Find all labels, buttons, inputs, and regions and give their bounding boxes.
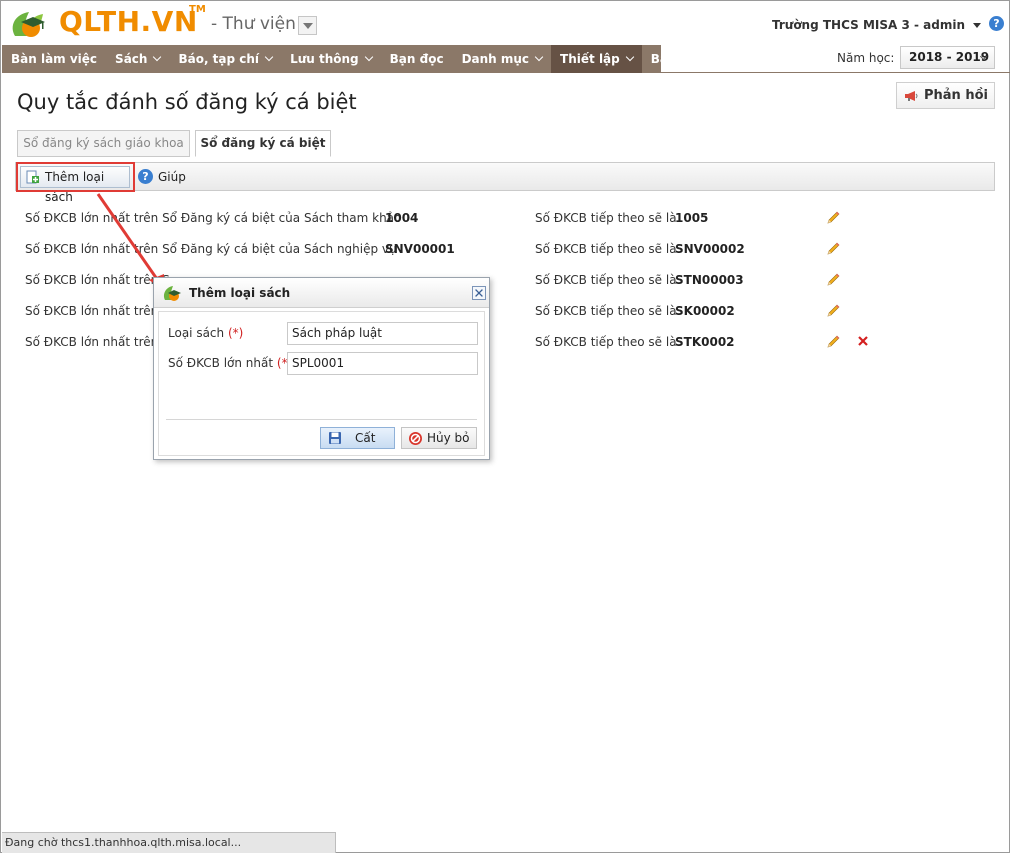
nav-item-label: Bạn đọc bbox=[389, 52, 444, 66]
nav-item-1[interactable]: Sách bbox=[106, 45, 169, 73]
nav-item-label: Sách bbox=[115, 52, 148, 66]
nav-item-label: Báo cáo bbox=[650, 52, 704, 66]
chevron-down-icon bbox=[625, 52, 634, 62]
help-icon: ? bbox=[138, 169, 153, 184]
nav-item-7[interactable]: Báo cáo bbox=[642, 45, 713, 73]
status-bar: Đang chờ thcs1.thanhhoa.qlth.misa.local.… bbox=[2, 832, 336, 853]
nav-item-0[interactable]: Bàn làm việc bbox=[2, 45, 106, 73]
rule-next-label: Số ĐKCB tiếp theo sẽ là bbox=[535, 273, 677, 287]
edit-pencil-icon[interactable] bbox=[825, 210, 841, 226]
rule-next-value: SK00002 bbox=[675, 304, 735, 318]
cancel-label: Hủy bỏ bbox=[427, 431, 470, 445]
tab-textbook-register[interactable]: Sổ đăng ký sách giáo khoa bbox=[17, 130, 190, 157]
edit-pencil-icon[interactable] bbox=[825, 303, 841, 319]
user-menu-caret-icon[interactable] bbox=[973, 23, 981, 28]
school-year-label: Năm học: bbox=[837, 51, 895, 65]
book-type-label-text: Loại sách bbox=[168, 326, 225, 340]
chevron-down-icon bbox=[264, 52, 274, 62]
nav-item-label: Lưu thông bbox=[290, 52, 359, 66]
nav-item-6[interactable]: Thiết lập bbox=[551, 45, 642, 73]
rule-next-label: Số ĐKCB tiếp theo sẽ là bbox=[535, 335, 677, 349]
chevron-down-icon bbox=[364, 52, 373, 62]
required-mark: (*) bbox=[227, 326, 244, 340]
delete-x-icon[interactable] bbox=[856, 334, 870, 348]
feedback-button[interactable]: Phản hồi bbox=[896, 82, 995, 109]
book-type-label: Loại sách (*) bbox=[168, 326, 243, 340]
nav-item-label: Bàn làm việc bbox=[11, 52, 98, 66]
app-window: QLTH.VN TM - Thư viện Trường THCS MISA 3… bbox=[0, 0, 1010, 853]
nav-item-4[interactable]: Bạn đọc bbox=[381, 45, 453, 73]
rule-label: Số ĐKCB lớn nhất trên Sổ Đăng ký cá biệt… bbox=[25, 211, 402, 225]
toolbar: Thêm loại sách ? Giúp bbox=[15, 162, 995, 204]
rule-next-value: SNV00002 bbox=[675, 242, 745, 256]
chevron-down-icon bbox=[534, 52, 544, 62]
rule-next-label: Số ĐKCB tiếp theo sẽ là bbox=[535, 242, 677, 256]
app-header: QLTH.VN TM - Thư viện Trường THCS MISA 3… bbox=[1, 1, 1010, 45]
rule-max-value: SNV00001 bbox=[385, 242, 455, 256]
dialog-header: Thêm loại sách bbox=[154, 278, 489, 308]
rule-next-label: Số ĐKCB tiếp theo sẽ là bbox=[535, 304, 677, 318]
header-help-icon[interactable]: ? bbox=[989, 16, 1004, 31]
rule-next-value: 1005 bbox=[675, 211, 709, 225]
app-logo-icon bbox=[163, 286, 181, 301]
nav-item-label: Thiết lập bbox=[560, 52, 620, 66]
highlight-annotation bbox=[16, 162, 135, 192]
help-label: Giúp bbox=[158, 170, 186, 184]
rule-next-label: Số ĐKCB tiếp theo sẽ là bbox=[535, 211, 677, 225]
logo-leaf-icon bbox=[12, 12, 45, 37]
floppy-disk-icon bbox=[329, 432, 341, 444]
rule-label: Số ĐKCB lớn nhất trên S bbox=[25, 335, 170, 349]
rule-row: Số ĐKCB lớn nhất trên Sổ Đăng ký cá biệt… bbox=[1, 211, 1010, 227]
school-year-select[interactable]: 2018 - 2019 bbox=[900, 46, 995, 69]
module-dropdown-button[interactable] bbox=[298, 16, 317, 35]
rule-next-value: STK0002 bbox=[675, 335, 735, 349]
rule-row: Số ĐKCB lớn nhất trên Sổ Đăng ký cá biệt… bbox=[1, 242, 1010, 258]
max-number-input[interactable]: SPL0001 bbox=[287, 352, 478, 375]
chevron-down-icon bbox=[153, 52, 162, 62]
user-menu[interactable]: Trường THCS MISA 3 - admin bbox=[772, 18, 965, 32]
max-number-label-text: Số ĐKCB lớn nhất bbox=[168, 356, 274, 370]
edit-pencil-icon[interactable] bbox=[825, 334, 841, 350]
max-number-label: Số ĐKCB lớn nhất (*) bbox=[168, 356, 292, 370]
rule-label: Số ĐKCB lớn nhất trên S bbox=[25, 304, 170, 318]
save-button[interactable]: Cất bbox=[320, 427, 395, 449]
rule-label: Số ĐKCB lớn nhất trên S bbox=[25, 273, 170, 287]
cancel-icon bbox=[409, 432, 422, 445]
nav-item-5[interactable]: Danh mục bbox=[453, 45, 551, 73]
rule-label: Số ĐKCB lớn nhất trên Sổ Đăng ký cá biệt… bbox=[25, 242, 397, 256]
dialog-separator bbox=[166, 419, 477, 420]
nav-item-3[interactable]: Lưu thông bbox=[281, 45, 381, 73]
rule-max-value: 1004 bbox=[385, 211, 419, 225]
main-nav: Bàn làm việc Sách Báo, tạp chí Lưu thông Bạn… bbox=[2, 45, 704, 73]
dialog-title: Thêm loại sách bbox=[189, 286, 291, 300]
module-title: - Thư viện bbox=[211, 14, 296, 34]
nav-item-label: Danh mục bbox=[461, 52, 530, 66]
tab-individual-register[interactable]: Sổ đăng ký cá biệt bbox=[195, 130, 331, 157]
page-title: Quy tắc đánh số đăng ký cá biệt bbox=[17, 90, 357, 114]
cancel-button[interactable]: Hủy bỏ bbox=[401, 427, 477, 449]
rule-next-value: STN00003 bbox=[675, 273, 744, 287]
save-label: Cất bbox=[355, 431, 376, 445]
book-type-input[interactable]: Sách pháp luật bbox=[287, 322, 478, 345]
add-book-type-dialog: Thêm loại sách Loại sách (*) Sách pháp l… bbox=[153, 277, 490, 460]
edit-pencil-icon[interactable] bbox=[825, 272, 841, 288]
logo-trademark: TM bbox=[189, 4, 206, 15]
help-link[interactable]: ? Giúp bbox=[138, 169, 186, 185]
nav-underline bbox=[661, 72, 1010, 73]
edit-pencil-icon[interactable] bbox=[825, 241, 841, 257]
feedback-label: Phản hồi bbox=[924, 88, 988, 103]
close-icon[interactable] bbox=[472, 286, 486, 300]
megaphone-icon bbox=[905, 91, 918, 101]
nav-item-2[interactable]: Báo, tạp chí bbox=[169, 45, 281, 73]
nav-item-label: Báo, tạp chí bbox=[178, 52, 260, 66]
logo-text: QLTH.VN bbox=[59, 5, 198, 38]
